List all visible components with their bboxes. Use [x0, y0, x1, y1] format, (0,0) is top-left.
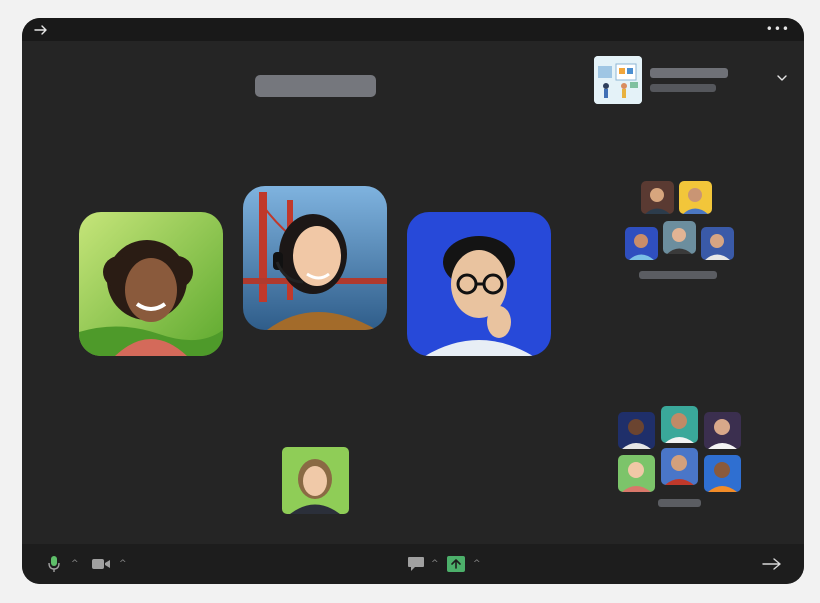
participant-avatar: [704, 412, 741, 449]
share-screen-icon[interactable]: [447, 556, 465, 572]
participant-video-tile[interactable]: [243, 186, 387, 330]
participant-thumbnail[interactable]: [618, 412, 655, 449]
arrow-right-icon[interactable]: [34, 23, 48, 37]
participant-glasses-avatar: [407, 212, 551, 356]
group-name-placeholder: [658, 499, 701, 507]
meeting-title-placeholder: [255, 75, 376, 97]
participant-thumbnail[interactable]: [679, 181, 712, 214]
meeting-toolbar: ^ ^ ^ ^: [22, 544, 804, 584]
participant-avatar: [679, 181, 712, 214]
room-card[interactable]: [594, 56, 804, 108]
participant-thumbnail[interactable]: [625, 227, 658, 260]
participant-thumbnail[interactable]: [704, 412, 741, 449]
title-bar: •••: [22, 18, 804, 41]
chat-bubble-icon[interactable]: [407, 556, 425, 572]
chevron-down-icon[interactable]: [776, 72, 788, 84]
room-illustration-icon: [594, 56, 642, 104]
participant-avatar: [625, 227, 658, 260]
participant-avatar: [618, 412, 655, 449]
participant-video-tile[interactable]: [407, 212, 551, 356]
participant-thumbnail[interactable]: [661, 448, 698, 485]
video-options-caret[interactable]: ^: [119, 559, 127, 569]
participant-thumbnail[interactable]: [661, 406, 698, 443]
participant-avatar: [663, 221, 696, 254]
participant-headset-avatar: [243, 186, 387, 330]
participant-curly-hair-avatar: [79, 212, 223, 356]
arrow-right-icon[interactable]: [762, 557, 782, 571]
room-name-placeholder: [650, 68, 728, 78]
participant-thumbnail[interactable]: [618, 455, 655, 492]
participant-thumbnail[interactable]: [701, 227, 734, 260]
participant-avatar: [641, 181, 674, 214]
participant-avatar: [661, 448, 698, 485]
participant-thumbnail[interactable]: [704, 455, 741, 492]
participant-avatar: [618, 455, 655, 492]
participant-avatar: [661, 406, 698, 443]
room-subtitle-placeholder: [650, 84, 716, 92]
video-camera-icon[interactable]: [91, 557, 111, 571]
participant-blonde-avatar: [282, 447, 349, 514]
meeting-window: ••• ^ ^ ^ ^: [22, 18, 804, 584]
participant-video-tile[interactable]: [79, 212, 223, 356]
group-name-placeholder: [639, 271, 717, 279]
share-options-caret[interactable]: ^: [473, 559, 481, 569]
participant-video-tile[interactable]: [282, 447, 349, 514]
participant-thumbnail[interactable]: [663, 221, 696, 254]
participant-avatar: [701, 227, 734, 260]
mic-options-caret[interactable]: ^: [71, 559, 79, 569]
chat-options-caret[interactable]: ^: [431, 559, 439, 569]
participant-avatar: [704, 455, 741, 492]
participant-thumbnail[interactable]: [641, 181, 674, 214]
microphone-icon[interactable]: [47, 555, 61, 573]
more-options-button[interactable]: •••: [766, 22, 790, 36]
